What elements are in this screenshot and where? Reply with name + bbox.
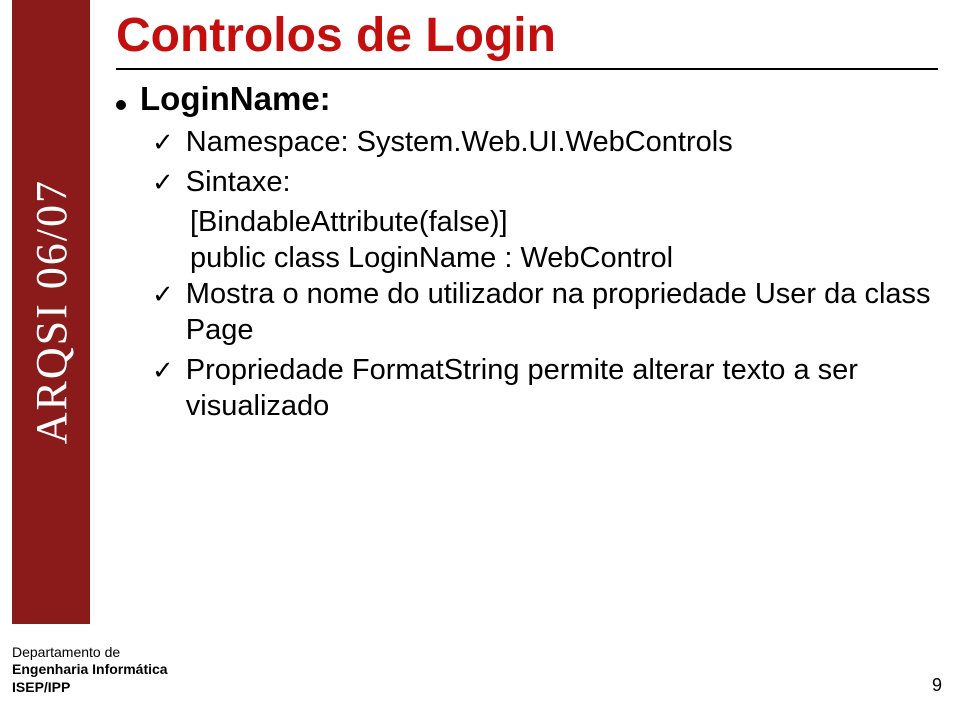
- list-item: ✓ Namespace: System.Web.UI.WebControls: [152, 124, 936, 160]
- check-icon: ✓: [152, 276, 174, 312]
- sidebar-label: ARQSI 06/07: [26, 179, 77, 444]
- page-number: 9: [932, 675, 942, 696]
- footer-line1: Departamento de: [12, 644, 168, 662]
- list-item-extra: public class LoginName : WebControl: [190, 240, 936, 276]
- sub-list: ✓ Namespace: System.Web.UI.WebControls ✓…: [152, 124, 936, 424]
- check-icon: ✓: [152, 164, 174, 200]
- check-icon: ✓: [152, 124, 174, 160]
- list-item: ✓ Propriedade FormatString permite alter…: [152, 352, 936, 424]
- list-item: ✓ Mostra o nome do utilizador na proprie…: [152, 276, 936, 348]
- sidebar-band: ARQSI 06/07: [12, 0, 90, 624]
- list-item-text: Sintaxe:: [186, 164, 291, 200]
- slide-title: Controlos de Login: [116, 8, 556, 63]
- list-item-text: Namespace: System.Web.UI.WebControls: [186, 124, 733, 160]
- footer: Departamento de Engenharia Informática I…: [12, 644, 168, 697]
- list-item-text: Propriedade FormatString permite alterar…: [186, 352, 936, 424]
- list-item: ✓ Sintaxe:: [152, 164, 936, 200]
- title-underline: [116, 68, 938, 70]
- bullet-level1: LoginName: ✓ Namespace: System.Web.UI.We…: [116, 80, 936, 424]
- bullet-dot-icon: [116, 100, 126, 110]
- content-area: LoginName: ✓ Namespace: System.Web.UI.We…: [116, 80, 936, 428]
- list-item-text: Mostra o nome do utilizador na proprieda…: [186, 276, 936, 348]
- list-item-extra: [BindableAttribute(false)]: [190, 204, 936, 240]
- check-icon: ✓: [152, 352, 174, 388]
- footer-line2: Engenharia Informática: [12, 661, 168, 679]
- footer-line3: ISEP/IPP: [12, 679, 168, 697]
- section-heading: LoginName:: [140, 80, 331, 118]
